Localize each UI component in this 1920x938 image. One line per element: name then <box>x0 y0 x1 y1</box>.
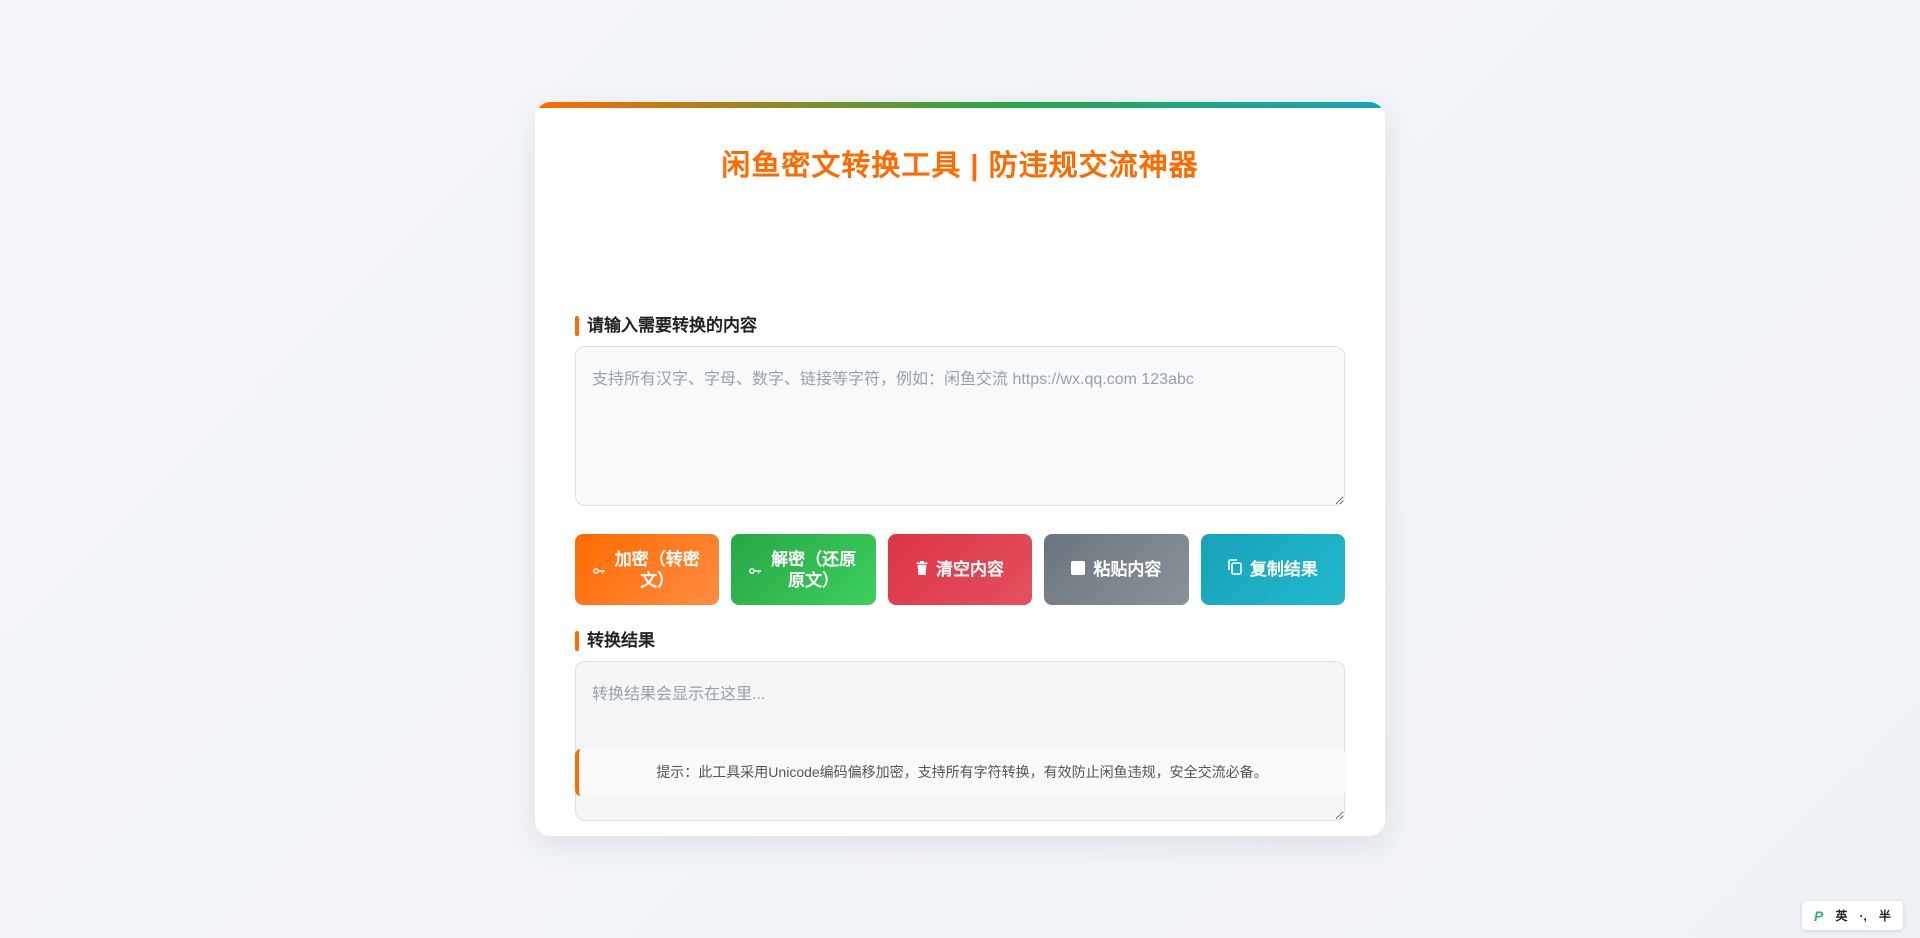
ime-toolbar[interactable]: P 英 ·, 半 <box>1802 901 1903 930</box>
copy-button-label: 复制结果 <box>1249 560 1318 579</box>
input-label: 请输入需要转换的内容 <box>575 316 757 336</box>
converter-card: 闲鱼密文转换工具 | 防违规交流神器 请输入需要转换的内容 加密（转密文） 解密… <box>535 102 1385 836</box>
clear-button-label: 清空内容 <box>936 560 1005 579</box>
decrypt-button[interactable]: 解密（还原原文） <box>731 534 876 605</box>
copy-button[interactable]: 复制结果 <box>1200 534 1346 605</box>
card-gradient-bar <box>535 102 1385 108</box>
key-icon <box>593 559 605 580</box>
action-buttons: 加密（转密文） 解密（还原原文） 清空内容 粘贴内容 复制结果 <box>575 534 1346 605</box>
ime-width-toggle[interactable]: 半 <box>1879 907 1891 924</box>
paste-button-label: 粘贴内容 <box>1093 560 1162 579</box>
clipboard-icon <box>1071 559 1086 580</box>
trash-icon <box>916 559 928 580</box>
key-icon <box>749 559 762 580</box>
ime-logo-icon: P <box>1814 907 1824 924</box>
decrypt-button-label: 解密（还原原文） <box>771 549 857 590</box>
encrypt-button[interactable]: 加密（转密文） <box>575 534 720 605</box>
output-textarea[interactable] <box>575 661 1345 821</box>
clear-button[interactable]: 清空内容 <box>887 534 1033 605</box>
paste-button[interactable]: 粘贴内容 <box>1044 534 1189 605</box>
copy-icon <box>1228 559 1242 580</box>
input-textarea[interactable] <box>575 346 1345 506</box>
page-title: 闲鱼密文转换工具 | 防违规交流神器 <box>721 150 1199 182</box>
ime-lang-toggle[interactable]: 英 <box>1835 907 1847 924</box>
hint-box: 提示：此工具采用Unicode编码偏移加密，支持所有字符转换，有效防止闲鱼违规，… <box>575 749 1345 796</box>
ime-punct-toggle[interactable]: ·, <box>1860 909 1867 923</box>
output-label: 转换结果 <box>575 631 655 651</box>
encrypt-button-label: 加密（转密文） <box>614 549 700 590</box>
